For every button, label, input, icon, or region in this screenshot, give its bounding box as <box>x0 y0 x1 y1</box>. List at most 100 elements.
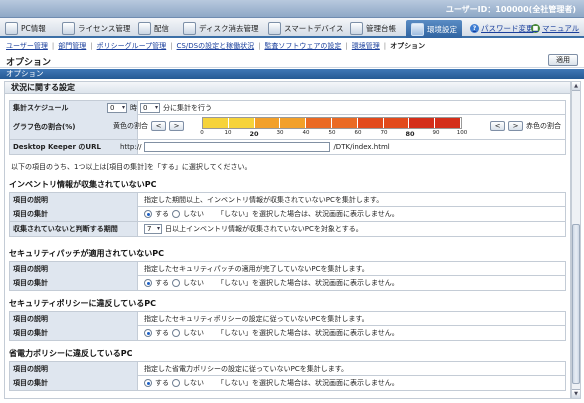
menu-smart-device-label: スマートデバイス <box>284 23 344 33</box>
menu-disk-erase[interactable]: ディスク消去管理 <box>183 20 258 36</box>
manual-link[interactable]: ■ マニュアル <box>531 23 579 34</box>
inventory-desc-text: 指定した期間以上、インベントリ情報が収集されていないPCを集計します。 <box>144 196 384 204</box>
graph-color-row: グラフ色の割合(%) 黄色の割合 < > 0 10 20 30 40 50 60 70 80 90… <box>9 115 566 140</box>
patch-agg-on-label: する <box>155 279 169 287</box>
menu-smart-device[interactable]: スマートデバイス <box>268 20 344 36</box>
patch-agg-on-radio[interactable] <box>144 279 152 287</box>
menu-license-label: ライセンス管理 <box>78 23 131 33</box>
subnav-department-management[interactable]: 部門管理 <box>58 41 86 51</box>
sub-navigation: ユーザー管理 | 部門管理 | ポリシーグループ管理 | CS/DSの設定と稼働… <box>0 40 584 52</box>
user-id-label: ユーザーID：100000(全社管理者) <box>445 5 576 14</box>
subnav-environment-management[interactable]: 環境管理 <box>352 41 380 51</box>
color-tick-label: 30 <box>276 130 284 136</box>
main-menu: PC情報 ライセンス管理 配信 ディスク消去管理 スマートデバイス 管理台帳 環… <box>0 18 584 38</box>
dk-url-input[interactable] <box>144 142 331 152</box>
color-tick-label: 20 <box>249 130 259 138</box>
inventory-period-value: 7 日以上インベントリ情報が収集されていないPCを対象とする。 <box>144 222 363 236</box>
red-decrease-button[interactable]: < <box>490 121 505 131</box>
subnav-cs-ds-settings[interactable]: CS/DSの設定と稼働状況 <box>177 41 255 51</box>
security-policy-agg-off-radio[interactable] <box>172 329 180 337</box>
graph-right-controls: < > 赤色の割合 <box>490 120 561 132</box>
power-policy-desc-text: 指定した省電力ポリシーの設定に従っていないPCを集計します。 <box>144 365 349 373</box>
color-tick-label: 10 <box>224 130 232 136</box>
color-cell <box>306 118 332 128</box>
security-policy-agg-on-label: する <box>155 329 169 337</box>
power-policy-agg-on-label: する <box>155 379 169 387</box>
schedule-row: 集計スケジュール 0 時 0 分に集計を行う <box>9 100 566 115</box>
menu-distribution-label: 配信 <box>154 23 169 33</box>
schedule-value: 0 時 0 分に集計を行う <box>107 101 212 115</box>
color-cell <box>331 118 358 128</box>
power-policy-agg-off-radio[interactable] <box>172 379 180 387</box>
patch-agg-note: 「しない」を選択した場合は、状況画面に表示しません。 <box>217 279 399 287</box>
menu-environment[interactable]: 環境設定 <box>406 20 462 38</box>
menu-environment-label: 環境設定 <box>427 24 457 34</box>
subnav-separator: | <box>51 42 55 50</box>
tools-icon <box>411 22 424 36</box>
subnav-separator: | <box>345 42 348 50</box>
disk-icon <box>183 21 196 35</box>
menu-license[interactable]: ライセンス管理 <box>62 20 130 36</box>
manual-label: マニュアル <box>542 24 580 33</box>
hour-unit: 時 <box>130 104 137 112</box>
scroll-down-icon[interactable]: ▼ <box>572 389 580 398</box>
dk-url-suffix: /DTK/index.html <box>333 143 390 151</box>
subnav-separator: | <box>90 42 93 50</box>
inventory-period-suffix: 日以上インベントリ情報が収集されていないPCを対象とする。 <box>165 225 363 233</box>
page-header: オプション 適用 <box>0 53 584 68</box>
menu-pc-info[interactable]: PC情報 <box>5 20 46 36</box>
minute-suffix: 分に集計を行う <box>163 104 212 112</box>
subnav-audit-software[interactable]: 監査ソフトウェアの設定 <box>264 41 341 51</box>
graph-left-controls: 黄色の割合 < > <box>113 120 184 132</box>
page-title: オプション <box>6 58 52 68</box>
menu-ledger[interactable]: 管理台帳 <box>350 20 396 36</box>
inventory-agg-off-label: しない <box>183 210 204 218</box>
inventory-period-label: 収集されていないと判断する期間 <box>10 222 138 236</box>
apply-button[interactable]: 適用 <box>548 54 578 66</box>
vertical-scrollbar[interactable]: ▲ ▼ <box>571 81 581 399</box>
color-cells <box>202 117 462 129</box>
menu-ledger-label: 管理台帳 <box>366 23 396 33</box>
license-icon <box>62 21 75 35</box>
inventory-agg-note: 「しない」を選択した場合は、状況画面に表示しません。 <box>217 210 399 218</box>
color-cell <box>280 118 307 128</box>
color-cell <box>254 118 281 128</box>
status-settings-title: 状況に関する設定 <box>5 82 570 94</box>
security-policy-agg-row: 項目の集計 する しない 「しない」を選択した場合は、状況画面に表示しません。 <box>9 326 566 341</box>
settings-panel: 状況に関する設定 集計スケジュール 0 時 0 分に集計を行う グラフ色の割合(… <box>4 81 571 399</box>
yellow-ratio-text: 黄色の割合 <box>113 122 148 130</box>
inventory-period-select[interactable]: 7 <box>144 224 162 234</box>
password-change-label: パスワード変更 <box>481 24 534 33</box>
scrollbar-thumb[interactable] <box>572 224 580 384</box>
hour-select[interactable]: 0 <box>107 103 127 113</box>
book-icon: ■ <box>531 24 540 33</box>
patch-agg-off-radio[interactable] <box>172 279 180 287</box>
power-policy-agg-note: 「しない」を選択した場合は、状況画面に表示しません。 <box>217 379 399 387</box>
password-change-link[interactable]: ? パスワード変更 <box>470 23 534 34</box>
ledger-icon <box>350 21 363 35</box>
minute-select[interactable]: 0 <box>140 103 160 113</box>
inventory-agg-on-radio[interactable] <box>144 210 152 218</box>
subnav-policy-group[interactable]: ポリシーグループ管理 <box>97 41 167 51</box>
dk-url-prefix: http:// <box>120 143 142 151</box>
yellow-increase-button[interactable]: > <box>169 121 184 131</box>
subnav-user-management[interactable]: ユーザー管理 <box>6 41 48 51</box>
color-cell <box>383 118 410 128</box>
color-cell <box>203 118 229 128</box>
security-policy-agg-label: 項目の集計 <box>10 326 138 340</box>
security-policy-desc-row: 項目の説明 指定したセキュリティポリシーの設定に従っていないPCを集計します。 <box>9 311 566 326</box>
menu-distribution[interactable]: 配信 <box>138 20 169 36</box>
power-policy-agg-off-label: しない <box>183 379 204 387</box>
yellow-decrease-button[interactable]: < <box>151 121 166 131</box>
scroll-up-icon[interactable]: ▲ <box>572 82 580 91</box>
patch-desc-label: 項目の説明 <box>10 262 138 276</box>
security-policy-agg-on-radio[interactable] <box>144 329 152 337</box>
inventory-section-title: インベントリ情報が収集されていないPC <box>9 180 157 189</box>
pc-icon <box>5 21 18 35</box>
patch-section-title: セキュリティパッチが適用されていないPC <box>9 249 165 258</box>
red-increase-button[interactable]: > <box>508 121 523 131</box>
patch-desc-row: 項目の説明 指定したセキュリティパッチの適用が完了していないPCを集計します。 <box>9 261 566 276</box>
inventory-agg-off-radio[interactable] <box>172 210 180 218</box>
color-cell <box>357 118 384 128</box>
power-policy-agg-on-radio[interactable] <box>144 379 152 387</box>
